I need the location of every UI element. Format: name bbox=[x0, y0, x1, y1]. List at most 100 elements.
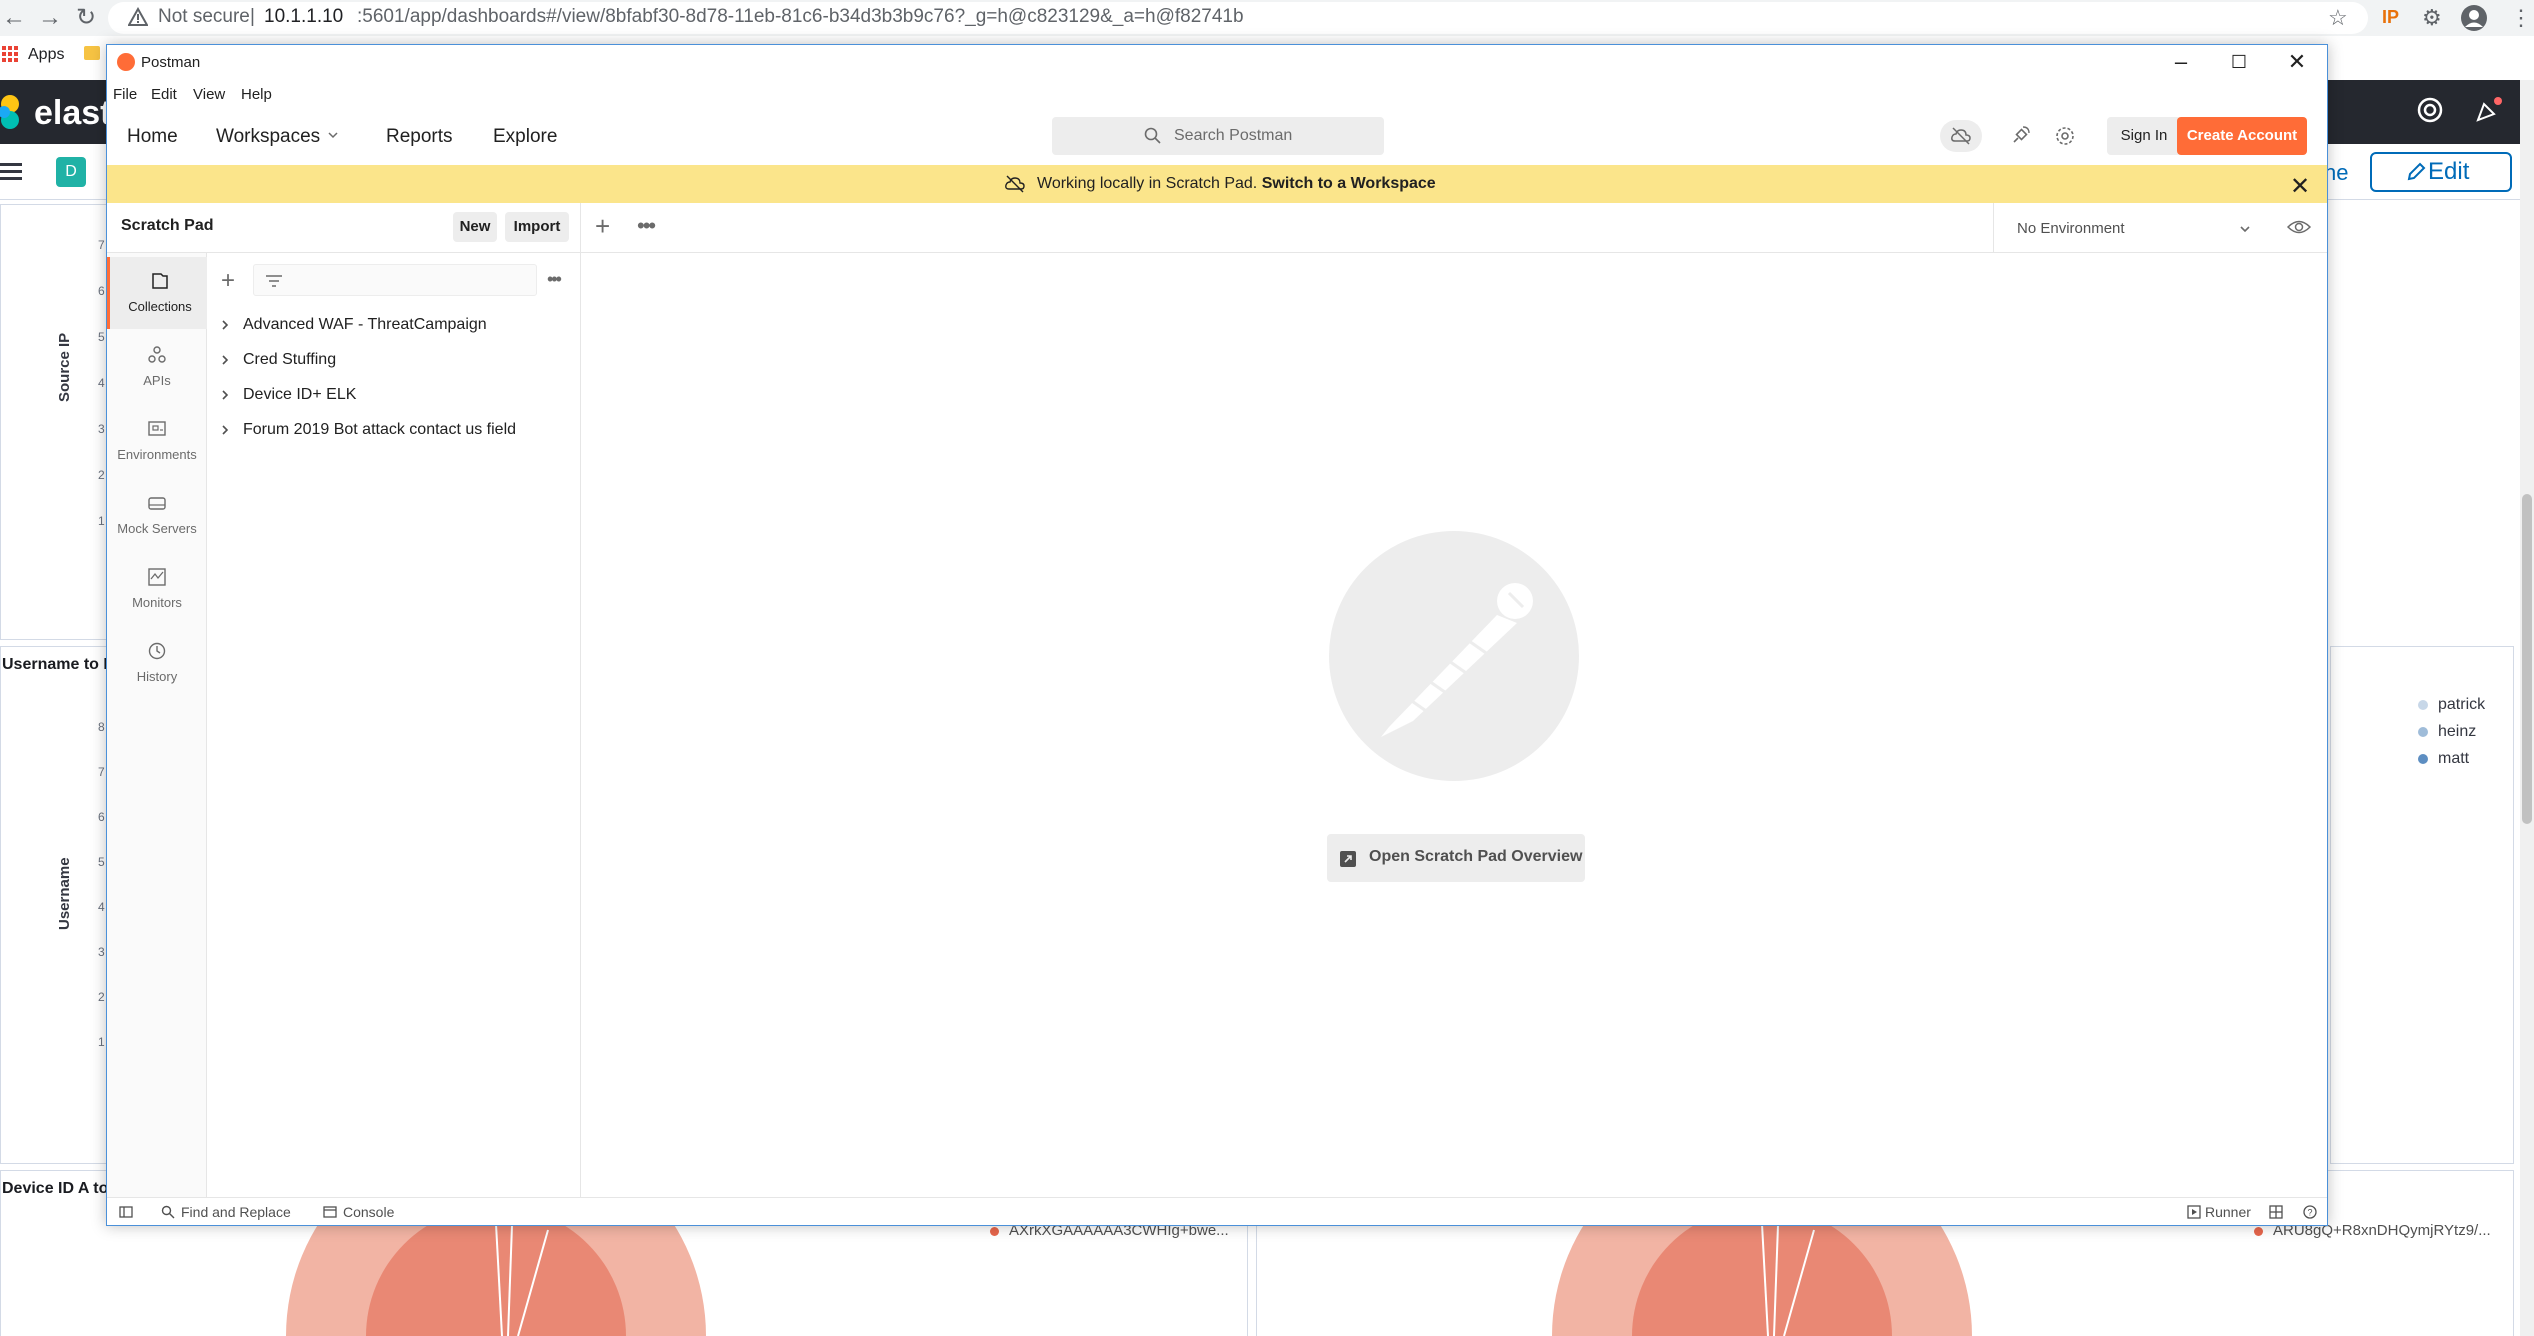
chevron-right-icon[interactable] bbox=[219, 319, 231, 331]
postman-logo-icon bbox=[117, 53, 135, 71]
environments-icon bbox=[148, 421, 166, 436]
cloud-off-icon bbox=[1951, 127, 1971, 145]
maximize-icon[interactable]: ☐ bbox=[2219, 52, 2259, 73]
y-tick: 1 bbox=[98, 514, 105, 528]
console-button[interactable]: Console bbox=[343, 1204, 394, 1220]
sign-in-button[interactable]: Sign In bbox=[2107, 117, 2181, 155]
collection-options-icon[interactable]: ••• bbox=[547, 269, 562, 290]
y-tick: 4 bbox=[98, 376, 105, 390]
y-tick: 6 bbox=[98, 810, 105, 824]
profile-icon[interactable] bbox=[2460, 4, 2488, 32]
settings-icon[interactable] bbox=[2054, 125, 2076, 147]
close-banner-icon[interactable]: ✕ bbox=[2290, 172, 2310, 201]
collection-item[interactable]: Cred Stuffing bbox=[207, 344, 581, 378]
sidebar-item-monitors[interactable]: Monitors bbox=[107, 553, 207, 625]
username-panel bbox=[0, 646, 110, 1164]
extensions-icon[interactable]: ⚙ bbox=[2422, 5, 2442, 31]
username-axis-label: Username bbox=[56, 857, 73, 930]
source-ip-panel bbox=[0, 204, 110, 640]
banner-message: Working locally in Scratch Pad. Switch t… bbox=[1037, 175, 1436, 193]
apps-icon[interactable] bbox=[2, 46, 18, 62]
chevron-right-icon[interactable] bbox=[219, 424, 231, 436]
collection-item[interactable]: Forum 2019 Bot attack contact us field bbox=[207, 414, 581, 448]
switch-workspace-link[interactable]: Switch to a Workspace bbox=[1262, 175, 1436, 192]
cloud-off-icon bbox=[1005, 175, 1025, 193]
y-tick: 3 bbox=[98, 945, 105, 959]
window-title: Postman bbox=[141, 54, 201, 71]
sidebar-item-label: Monitors bbox=[132, 595, 182, 610]
legend-label: heinz bbox=[2438, 723, 2477, 740]
y-tick: 5 bbox=[98, 855, 105, 869]
collections-icon bbox=[152, 273, 168, 289]
sunburst-chart-right bbox=[1552, 1224, 1972, 1336]
legend-item-patrick[interactable]: patrick bbox=[2418, 696, 2485, 714]
bookmark-folder-icon[interactable] bbox=[84, 46, 100, 60]
console-icon bbox=[323, 1206, 337, 1218]
menu-icon[interactable] bbox=[0, 163, 22, 181]
toggle-sidebar-icon[interactable] bbox=[119, 1205, 133, 1219]
newsfeed-icon[interactable] bbox=[2474, 96, 2502, 124]
chevron-right-icon[interactable] bbox=[219, 354, 231, 366]
menu-help[interactable]: Help bbox=[241, 86, 272, 103]
history-icon bbox=[148, 642, 166, 660]
reload-icon[interactable]: ↻ bbox=[76, 6, 96, 30]
collection-item[interactable]: Device ID+ ELK bbox=[207, 379, 581, 413]
import-button[interactable]: Import bbox=[505, 212, 569, 242]
chevron-down-icon bbox=[328, 132, 338, 139]
legend-item-heinz[interactable]: heinz bbox=[2418, 723, 2476, 741]
nav-workspaces[interactable]: Workspaces bbox=[216, 126, 320, 148]
sidebar-item-history[interactable]: History bbox=[107, 627, 207, 699]
legend-item-matt[interactable]: matt bbox=[2418, 750, 2469, 768]
collection-label: Cred Stuffing bbox=[243, 351, 337, 368]
legend-label: matt bbox=[2438, 750, 2470, 767]
y-tick: 5 bbox=[98, 330, 105, 344]
back-icon[interactable]: ← bbox=[2, 6, 26, 30]
edit-button[interactable]: Edit bbox=[2370, 152, 2512, 192]
sidebar-item-mock-servers[interactable]: Mock Servers bbox=[107, 479, 207, 551]
help-icon[interactable]: ? bbox=[2303, 1205, 2317, 1219]
postman-window: Postman – ☐ ✕ File Edit View Help Home W… bbox=[106, 44, 2328, 1226]
add-collection-icon[interactable]: + bbox=[221, 267, 235, 295]
create-account-button[interactable]: Create Account bbox=[2177, 117, 2307, 155]
chevron-down-icon bbox=[2240, 226, 2250, 233]
ip-extension-icon[interactable]: IP bbox=[2382, 7, 2399, 28]
mock-servers-icon bbox=[148, 497, 166, 510]
environment-label: No Environment bbox=[2017, 220, 2125, 237]
url-separator: | bbox=[250, 6, 255, 27]
warning-icon bbox=[128, 7, 148, 26]
menu-edit[interactable]: Edit bbox=[151, 86, 177, 103]
menu-view[interactable]: View bbox=[193, 86, 225, 103]
satellite-icon[interactable] bbox=[2009, 125, 2031, 147]
space-badge[interactable]: D bbox=[56, 157, 86, 187]
star-icon[interactable]: ☆ bbox=[2328, 5, 2348, 31]
not-secure-label: Not secure bbox=[158, 6, 250, 27]
y-tick: 7 bbox=[98, 238, 105, 252]
search-icon bbox=[161, 1205, 175, 1219]
find-replace-button[interactable]: Find and Replace bbox=[181, 1204, 291, 1220]
chevron-right-icon[interactable] bbox=[219, 389, 231, 401]
new-tab-icon[interactable]: + bbox=[595, 211, 610, 242]
collection-label: Device ID+ ELK bbox=[243, 386, 357, 403]
collection-filter-input[interactable] bbox=[253, 264, 537, 296]
collection-item[interactable]: Advanced WAF - ThreatCampaign bbox=[207, 309, 581, 343]
open-external-icon bbox=[1340, 851, 1356, 867]
minimize-icon[interactable]: – bbox=[2161, 49, 2201, 75]
close-window-icon[interactable]: ✕ bbox=[2277, 49, 2317, 75]
help-icon[interactable] bbox=[2416, 96, 2444, 124]
more-tabs-icon[interactable]: ••• bbox=[637, 213, 656, 239]
nav-home[interactable]: Home bbox=[127, 126, 178, 148]
two-pane-icon[interactable] bbox=[2269, 1205, 2283, 1219]
forward-icon[interactable]: → bbox=[38, 6, 62, 30]
eye-icon[interactable] bbox=[2287, 218, 2311, 236]
new-button[interactable]: New bbox=[453, 212, 497, 242]
page-scrollbar-thumb[interactable] bbox=[2522, 494, 2532, 824]
nav-explore[interactable]: Explore bbox=[493, 126, 557, 148]
browser-menu-icon[interactable]: ⋮ bbox=[2510, 5, 2532, 31]
sidebar-item-apis[interactable]: APIs bbox=[107, 331, 207, 403]
sidebar-item-environments[interactable]: Environments bbox=[107, 405, 207, 477]
runner-button[interactable]: Runner bbox=[2205, 1204, 2251, 1220]
apps-label[interactable]: Apps bbox=[28, 46, 64, 64]
menu-file[interactable]: File bbox=[113, 86, 137, 103]
nav-reports[interactable]: Reports bbox=[386, 126, 453, 148]
sidebar-item-collections[interactable]: Collections bbox=[107, 257, 207, 329]
